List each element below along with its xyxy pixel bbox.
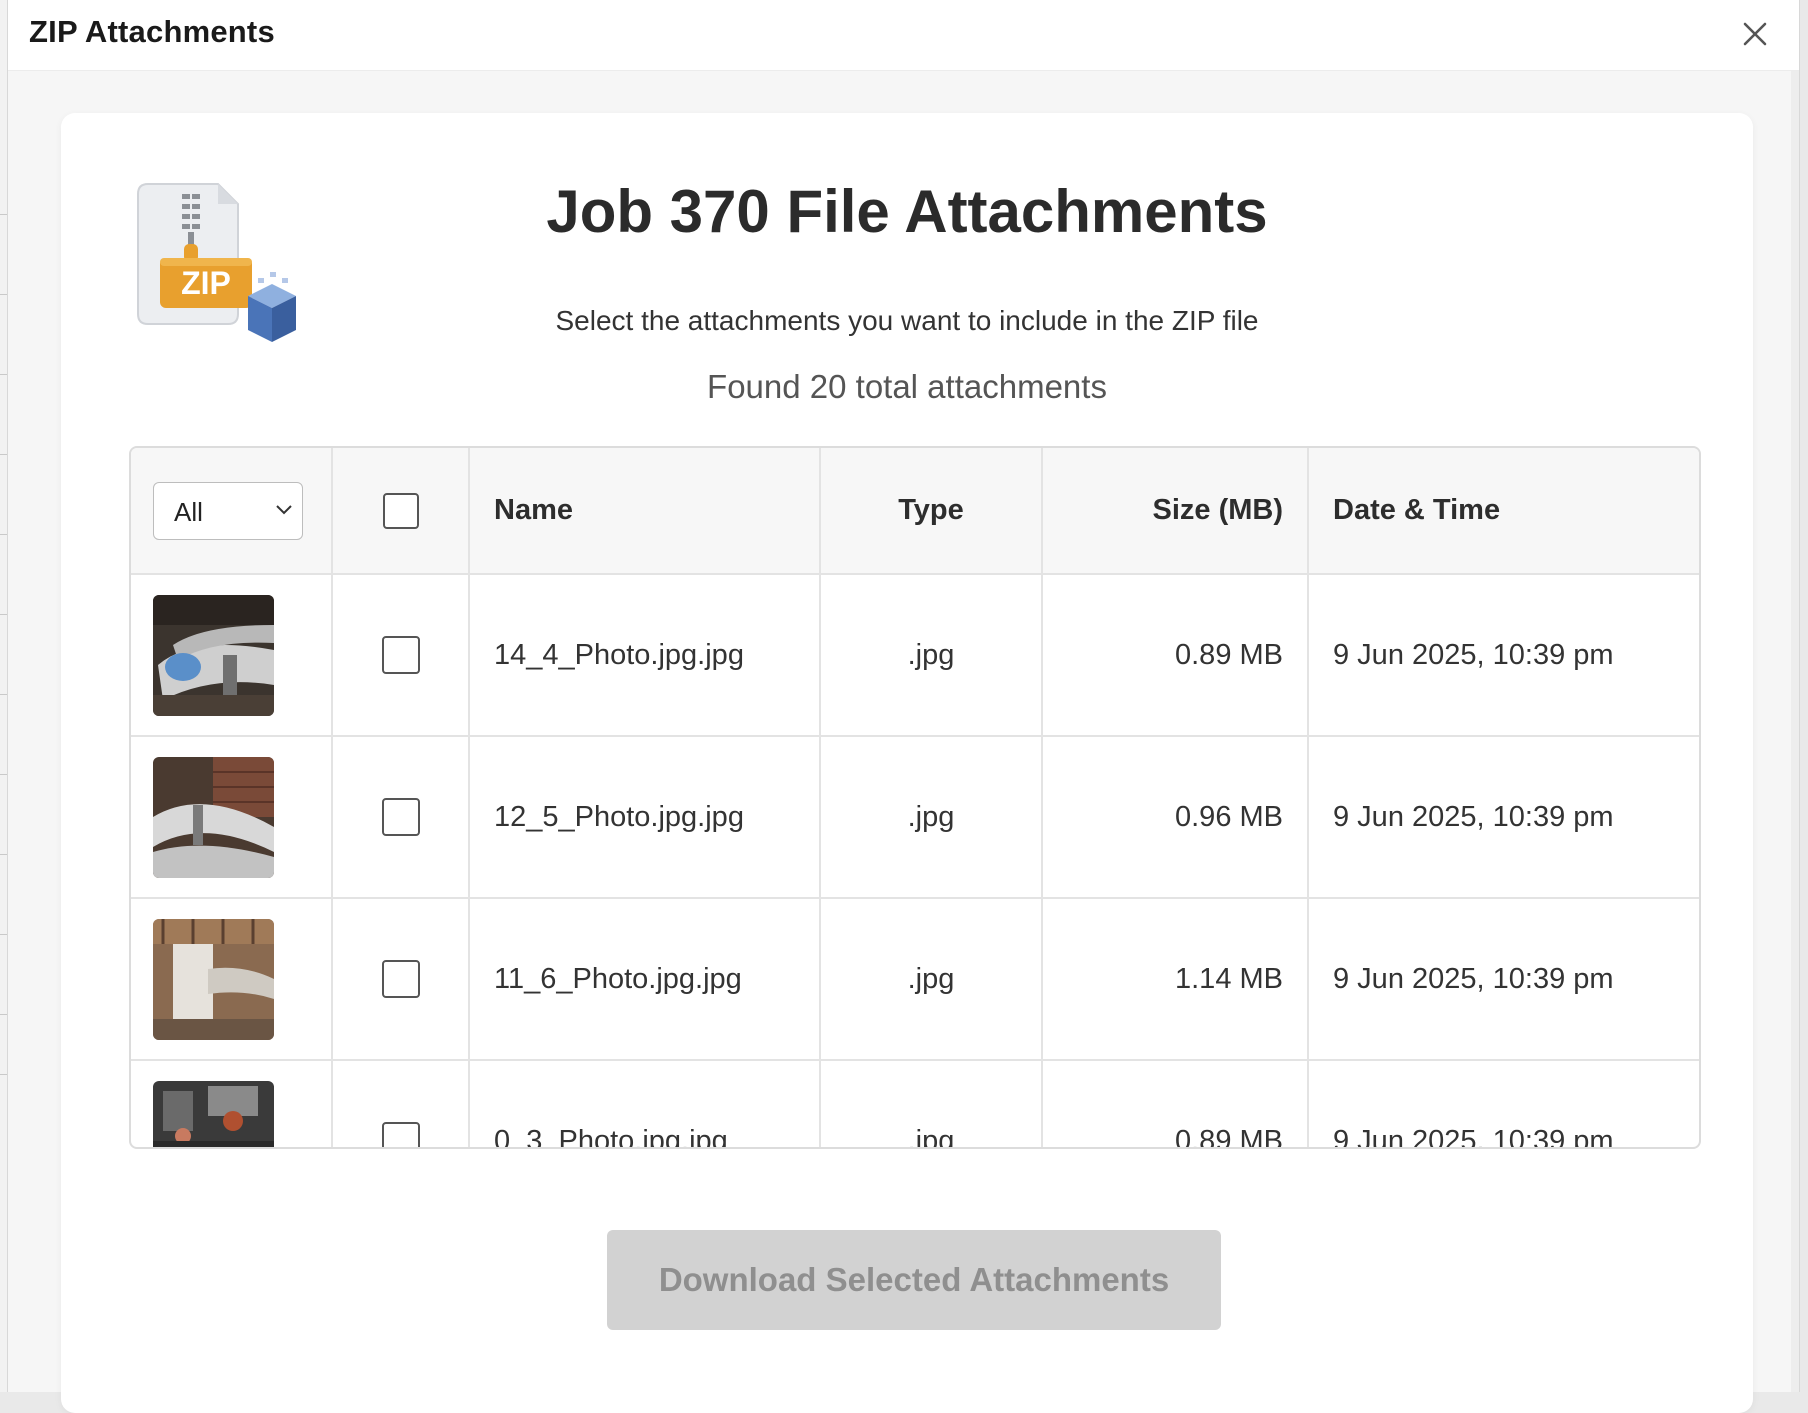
- dialog-title: ZIP Attachments: [29, 14, 275, 49]
- attachments-table-container[interactable]: All Name Type Size (MB) Date & Time 14_4…: [129, 446, 1701, 1149]
- background-page-edge: [0, 0, 7, 1392]
- select-all-header-cell: [332, 448, 470, 575]
- column-header-type[interactable]: Type: [820, 448, 1043, 575]
- row-checkbox[interactable]: [381, 1122, 420, 1147]
- photo-thumbnail[interactable]: [153, 594, 274, 716]
- attachment-count: Found 20 total attachments: [707, 368, 1107, 405]
- zip-attachments-dialog: ZIP Attachments ZIP Job 370 File Attachm…: [7, 0, 1800, 1413]
- column-header-datetime[interactable]: Date & Time: [1308, 448, 1699, 575]
- file-datetime: 9 Jun 2025, 10:39 pm: [1308, 736, 1699, 899]
- photo-thumbnail[interactable]: [153, 1080, 274, 1150]
- row-checkbox-cell: [332, 898, 470, 1061]
- download-selected-button[interactable]: Download Selected Attachments: [607, 1230, 1221, 1330]
- file-datetime: 9 Jun 2025, 10:39 pm: [1308, 1060, 1699, 1147]
- file-type: .jpg: [820, 574, 1043, 737]
- file-type: .jpg: [820, 898, 1043, 1061]
- photo-thumbnail[interactable]: [153, 756, 274, 878]
- file-size: 1.14 MB: [1042, 898, 1309, 1061]
- file-type: .jpg: [820, 1060, 1043, 1147]
- row-checkbox[interactable]: [381, 960, 420, 998]
- row-checkbox-cell: [332, 736, 470, 899]
- table-row[interactable]: 0_3_Photo.jpg.jpg .jpg 0.89 MB 9 Jun 202…: [131, 1060, 1699, 1150]
- thumbnail-cell: [131, 898, 333, 1061]
- row-checkbox[interactable]: [381, 636, 420, 674]
- file-size: 0.89 MB: [1042, 574, 1309, 737]
- attachments-table: All Name Type Size (MB) Date & Time 14_4…: [131, 448, 1699, 1150]
- svg-text:ZIP: ZIP: [181, 265, 231, 301]
- file-name: 12_5_Photo.jpg.jpg: [469, 736, 821, 899]
- file-size: 0.96 MB: [1042, 736, 1309, 899]
- column-header-name[interactable]: Name: [469, 448, 821, 575]
- file-name: 0_3_Photo.jpg.jpg: [469, 1060, 821, 1147]
- type-filter-select[interactable]: All: [153, 481, 303, 540]
- filter-header-cell: All: [131, 448, 333, 575]
- table-row[interactable]: 11_6_Photo.jpg.jpg .jpg 1.14 MB 9 Jun 20…: [131, 898, 1699, 1061]
- dialog-header: ZIP Attachments: [8, 0, 1799, 71]
- file-type: .jpg: [820, 736, 1043, 899]
- file-datetime: 9 Jun 2025, 10:39 pm: [1308, 898, 1699, 1061]
- instructions-text: Select the attachments you want to inclu…: [555, 305, 1259, 336]
- thumbnail-cell: [131, 736, 333, 899]
- row-checkbox-cell: [332, 1060, 470, 1147]
- close-icon: [1743, 22, 1767, 46]
- table-row[interactable]: 12_5_Photo.jpg.jpg .jpg 0.96 MB 9 Jun 20…: [131, 736, 1699, 899]
- select-all-checkbox[interactable]: [382, 492, 419, 529]
- file-size: 0.89 MB: [1042, 1060, 1309, 1147]
- column-header-size[interactable]: Size (MB): [1042, 448, 1309, 575]
- chevron-down-icon: [276, 504, 292, 514]
- thumbnail-cell: [131, 1060, 333, 1150]
- close-button[interactable]: [1737, 16, 1773, 52]
- dialog-scrollbar-track[interactable]: [1791, 0, 1799, 1392]
- row-checkbox-cell: [332, 574, 470, 737]
- page-title: Job 370 File Attachments: [546, 178, 1268, 245]
- table-row[interactable]: 14_4_Photo.jpg.jpg .jpg 0.89 MB 9 Jun 20…: [131, 574, 1699, 737]
- attachments-card: ZIP Job 370 File Attachments Select the …: [61, 113, 1753, 1413]
- file-datetime: 9 Jun 2025, 10:39 pm: [1308, 574, 1699, 737]
- file-name: 11_6_Photo.jpg.jpg: [469, 898, 821, 1061]
- thumbnail-cell: [131, 574, 333, 737]
- photo-thumbnail[interactable]: [153, 918, 274, 1040]
- row-checkbox[interactable]: [381, 798, 420, 836]
- type-filter-value: All: [174, 496, 203, 527]
- file-name: 14_4_Photo.jpg.jpg: [469, 574, 821, 737]
- table-header-row: All Name Type Size (MB) Date & Time: [131, 448, 1699, 575]
